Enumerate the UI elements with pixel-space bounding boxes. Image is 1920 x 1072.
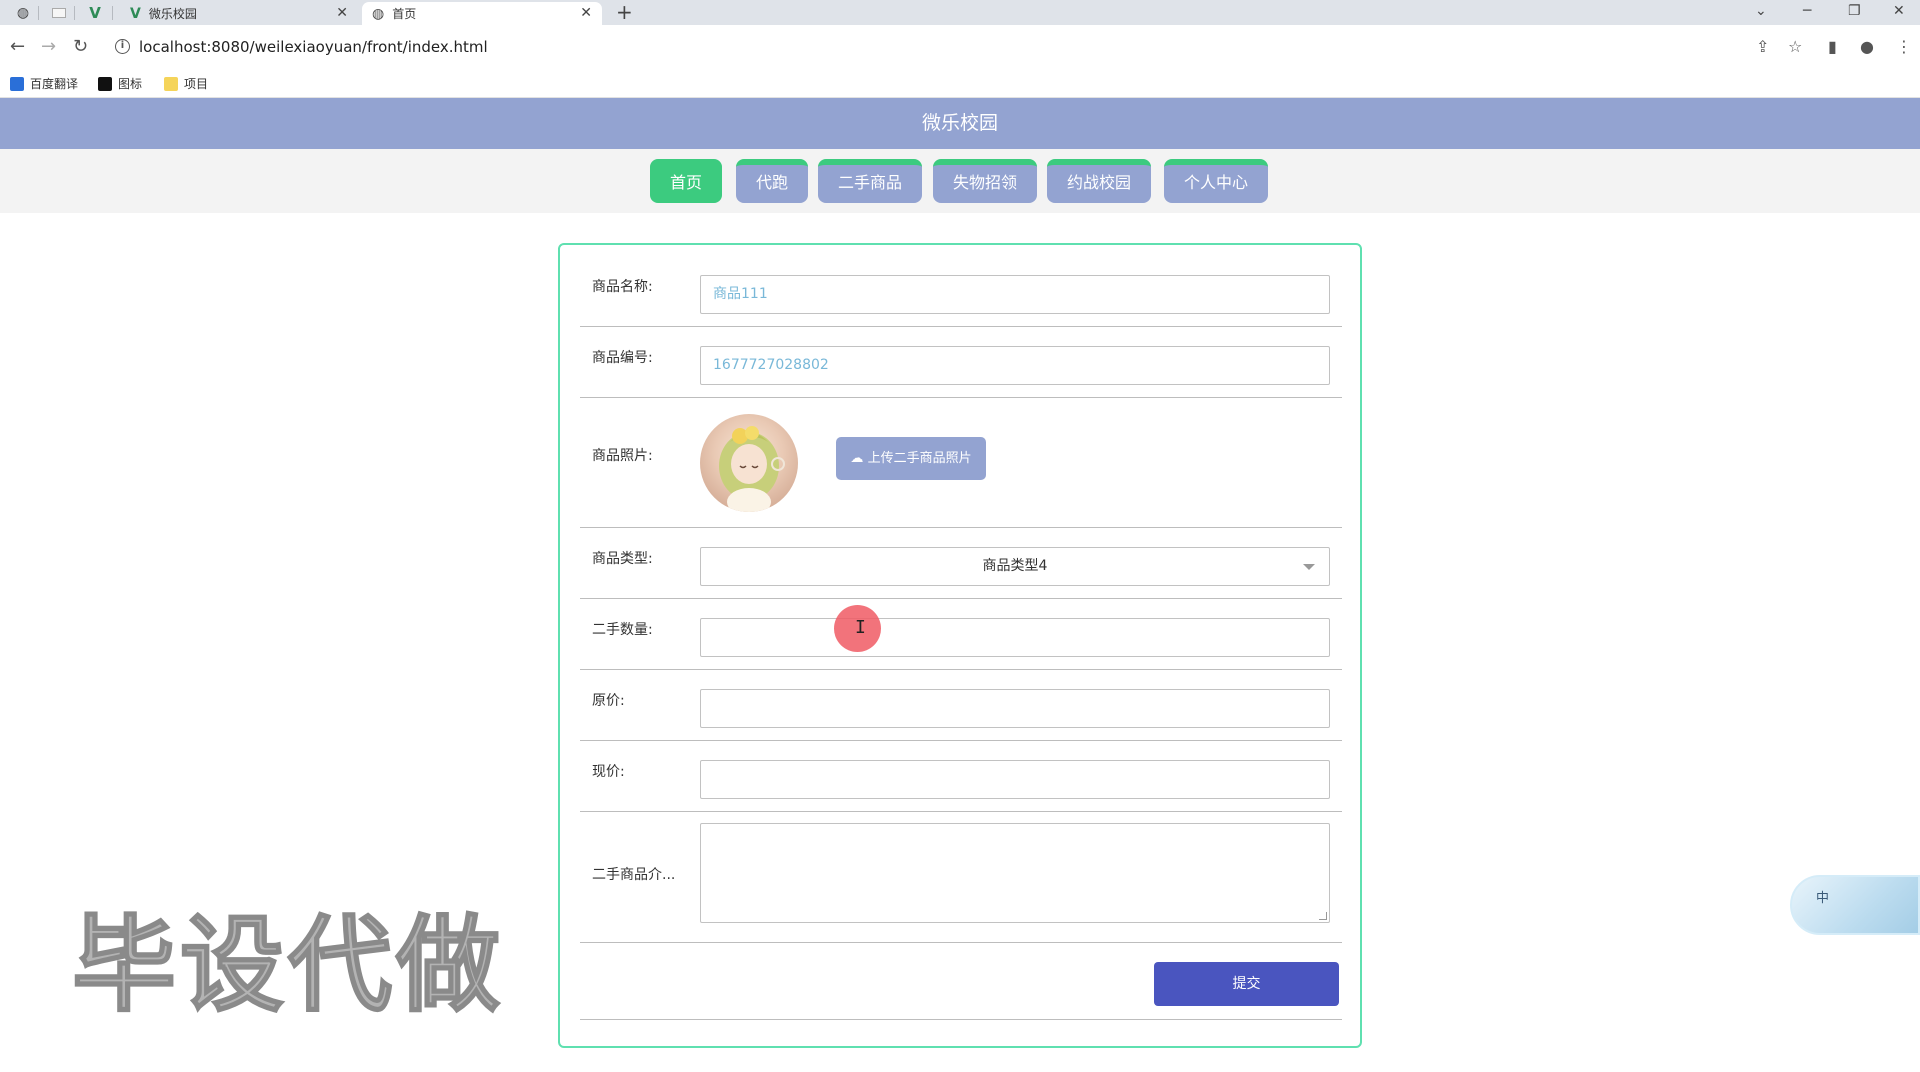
field-label: 商品类型: — [592, 551, 653, 567]
bookmarks-bar: 百度翻译 图标 项目 — [0, 70, 1920, 98]
cloud-upload-icon: ☁ — [850, 451, 864, 466]
bookmark-label: 图标 — [118, 77, 143, 91]
bookmark-label: 百度翻译 — [30, 77, 79, 91]
field-label: 商品名称: — [592, 279, 653, 295]
site-info-icon[interactable]: i — [115, 39, 130, 54]
browser-toolbar: ← → ↻ i localhost:8080/weilexiaoyuan/fro… — [0, 25, 1920, 70]
close-icon[interactable]: ✕ — [580, 5, 592, 21]
translate-icon — [10, 76, 24, 91]
nav-secondhand[interactable]: 二手商品 — [818, 159, 922, 203]
vue-logo-icon: V — [89, 4, 101, 22]
globe-icon: ◍ — [372, 5, 385, 22]
form-row-photo: 商品照片: ☁ 上传二手商品照片 — [580, 398, 1342, 528]
close-window-icon[interactable]: ✕ — [1893, 0, 1905, 22]
intro-textarea[interactable] — [700, 823, 1330, 923]
field-label: 原价: — [592, 693, 625, 709]
form-row-code: 商品编号: 1677727028802 — [580, 327, 1342, 398]
tab-separator — [74, 6, 75, 20]
pinned-tab[interactable]: V — [82, 2, 108, 24]
form-row-current-price: 现价: — [580, 741, 1342, 812]
close-icon[interactable]: ✕ — [336, 5, 348, 21]
tab-title: 首页 — [392, 7, 417, 21]
quantity-input[interactable] — [700, 618, 1330, 657]
tab-weilexiaoyuan[interactable]: V 微乐校园 ✕ — [120, 2, 358, 25]
vue-logo-icon: V — [130, 5, 141, 22]
form-row-original-price: 原价: — [580, 670, 1342, 741]
form-row-quantity: 二手数量: — [580, 599, 1342, 670]
resize-handle-icon[interactable] — [1319, 912, 1327, 920]
folder-icon — [164, 76, 178, 91]
site-title: 微乐校园 — [0, 98, 1920, 149]
form-row-type: 商品类型: 商品类型4 — [580, 528, 1342, 599]
current-price-input[interactable] — [700, 760, 1330, 799]
tab-search-icon[interactable]: ⌄ — [1755, 0, 1767, 22]
address-bar[interactable]: localhost:8080/weilexiaoyuan/front/index… — [139, 37, 488, 57]
anime-girl-image — [719, 426, 785, 512]
upload-photo-button[interactable]: ☁ 上传二手商品照片 — [836, 437, 986, 480]
form-row-submit: 提交 — [580, 943, 1342, 1020]
text-cursor-icon: I — [855, 617, 866, 638]
goods-name-input[interactable]: 商品111 — [700, 275, 1330, 314]
nav-lost-found[interactable]: 失物招领 — [933, 159, 1037, 203]
form-row-intro: 二手商品介... — [580, 812, 1342, 943]
watermark-text: 毕设代做 — [71, 903, 505, 1027]
forward-icon[interactable]: → — [41, 37, 56, 57]
profile-icon[interactable]: ● — [1860, 37, 1874, 57]
share-icon[interactable]: ⇪ — [1756, 37, 1769, 57]
field-label: 二手数量: — [592, 622, 653, 638]
menu-kebab-icon[interactable]: ⋮ — [1896, 37, 1912, 57]
field-label: 现价: — [592, 764, 625, 780]
submit-button[interactable]: 提交 — [1154, 962, 1339, 1006]
goods-photo-preview — [700, 414, 798, 512]
nav-home[interactable]: 首页 — [650, 159, 722, 203]
tab-title: 微乐校园 — [148, 7, 197, 21]
goods-type-select[interactable]: 商品类型4 — [700, 547, 1330, 586]
pinned-tab[interactable] — [46, 2, 72, 24]
chevron-down-icon — [1303, 564, 1315, 570]
original-price-input[interactable] — [700, 689, 1330, 728]
ime-toolbar[interactable]: 中 — [1790, 875, 1920, 935]
field-label: 二手商品介... — [592, 867, 676, 883]
goods-code-input[interactable]: 1677727028802 — [700, 346, 1330, 385]
globe-icon: ◍ — [16, 5, 30, 21]
secondhand-goods-form: 商品名称: 商品111 商品编号: 1677727028802 商品照片: ☁ … — [558, 243, 1362, 1048]
field-label: 商品编号: — [592, 350, 653, 366]
form-row-name: 商品名称: 商品111 — [580, 245, 1342, 327]
tab-home[interactable]: ◍ 首页 ✕ — [362, 2, 602, 25]
nav-profile[interactable]: 个人中心 — [1164, 159, 1268, 203]
select-value: 商品类型4 — [982, 558, 1048, 574]
upload-label: 上传二手商品照片 — [867, 451, 972, 466]
bookmark-folder[interactable]: 项目 — [164, 75, 208, 92]
tab-separator — [38, 6, 39, 20]
minimize-icon[interactable]: ─ — [1803, 0, 1811, 22]
bookmark-item[interactable]: 图标 — [98, 75, 142, 92]
browser-tab-strip: ◍ V V 微乐校园 ✕ ◍ 首页 ✕ + ⌄ ─ ❐ ✕ — [0, 0, 1920, 25]
bookmark-label: 项目 — [184, 77, 209, 91]
nav-campus-match[interactable]: 约战校园 — [1047, 159, 1151, 203]
main-nav: 首页 代跑 二手商品 失物招领 约战校园 个人中心 — [0, 149, 1920, 213]
blank-page-icon — [52, 8, 66, 18]
nav-errand[interactable]: 代跑 — [736, 159, 808, 203]
back-icon[interactable]: ← — [10, 37, 25, 57]
bookmark-star-icon[interactable]: ☆ — [1788, 37, 1802, 57]
reload-icon[interactable]: ↻ — [73, 37, 88, 57]
new-tab-button[interactable]: + — [616, 0, 633, 25]
tab-separator — [112, 6, 113, 20]
ime-mode-label: 中 — [1816, 891, 1830, 906]
bookmark-item[interactable]: 百度翻译 — [10, 75, 78, 92]
side-panel-icon[interactable]: ▮ — [1828, 37, 1837, 57]
pinned-tab[interactable]: ◍ — [10, 2, 36, 24]
field-label: 商品照片: — [592, 448, 653, 464]
image-icon — [98, 76, 112, 91]
restore-icon[interactable]: ❐ — [1848, 0, 1861, 22]
